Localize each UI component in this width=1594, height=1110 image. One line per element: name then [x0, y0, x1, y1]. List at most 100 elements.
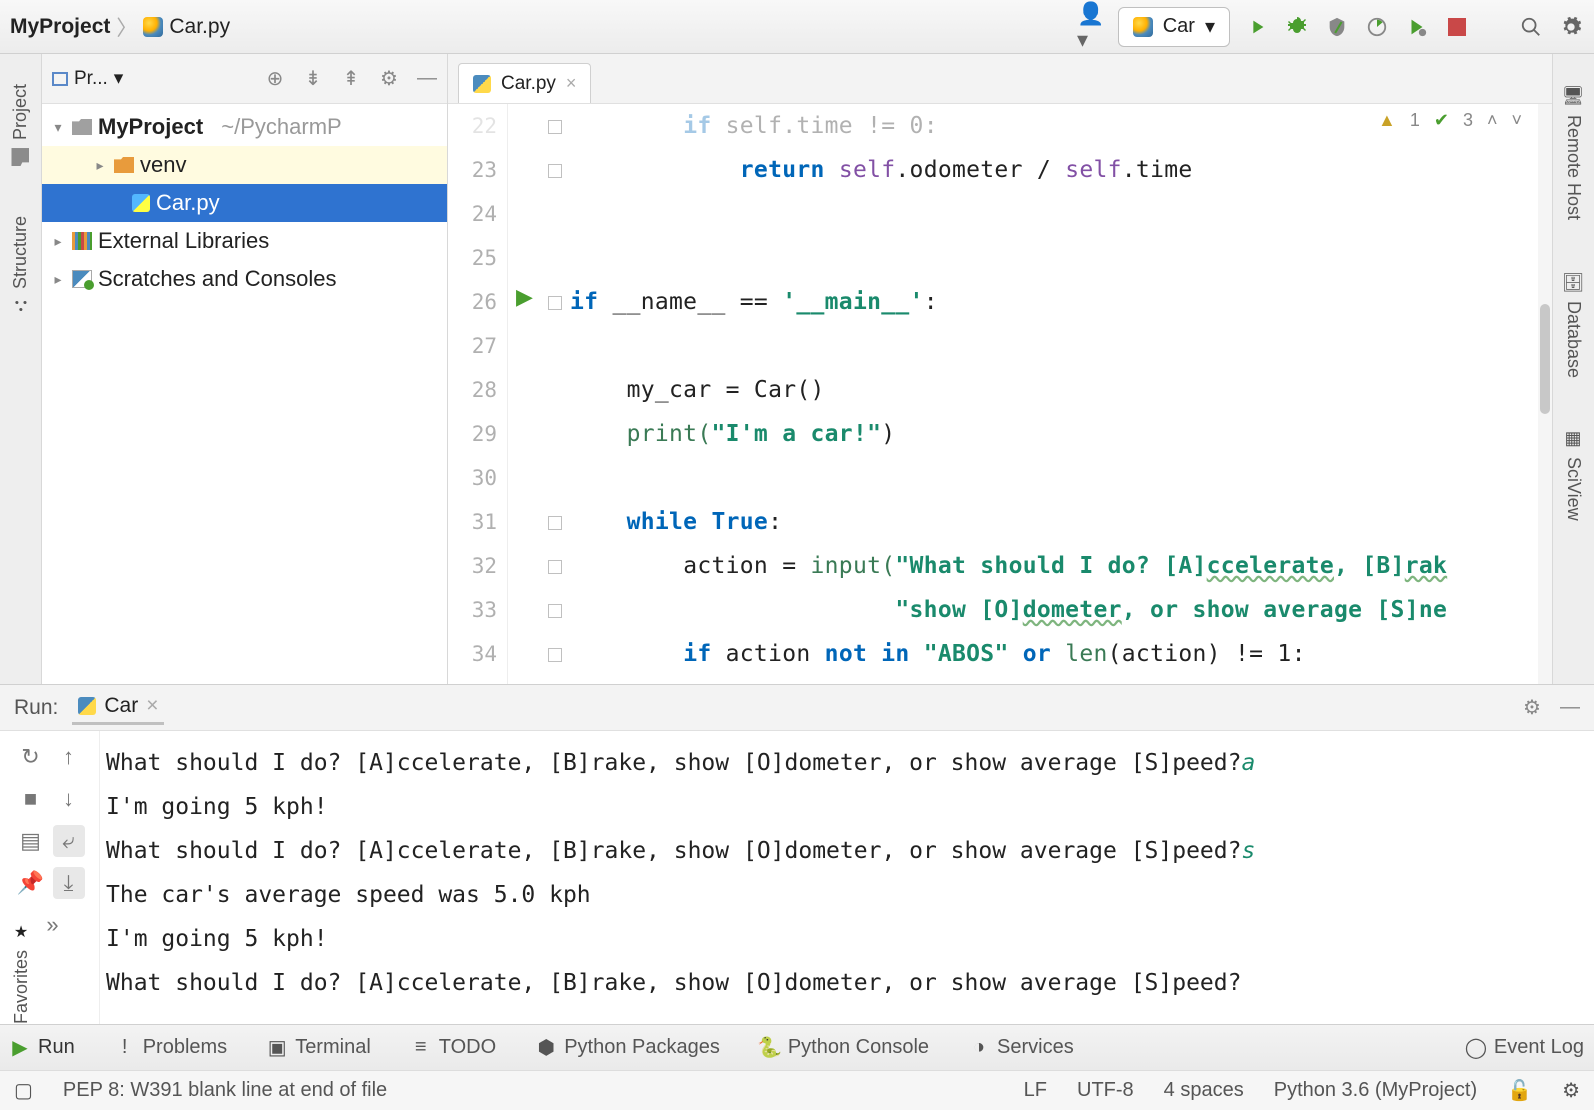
problems-icon: !	[115, 1038, 135, 1058]
scroll-to-end-icon[interactable]: ⤓	[53, 867, 85, 899]
project-tree[interactable]: ▾ MyProject ~/PycharmP ▸ venv Car.py ▸	[42, 104, 447, 684]
bottom-tool-todo[interactable]: ≡TODO	[411, 1036, 496, 1059]
run-gutter-icon[interactable]: ▶	[516, 284, 533, 310]
fold-marker[interactable]	[548, 648, 562, 662]
debug-button[interactable]	[1284, 14, 1310, 40]
ide-status-icon[interactable]: ⚙	[1562, 1078, 1580, 1103]
run-button[interactable]	[1244, 14, 1270, 40]
lock-icon[interactable]: 🔓	[1507, 1078, 1532, 1103]
bottom-tool-eventlog[interactable]: ◯Event Log	[1466, 1036, 1584, 1059]
terminal-icon: ▣	[267, 1038, 287, 1058]
coverage-button[interactable]	[1324, 14, 1350, 40]
rerun-button[interactable]: ↻	[15, 741, 47, 773]
star-icon: ★	[14, 922, 28, 942]
python-file-icon	[473, 75, 491, 93]
locate-icon[interactable]: ⊕	[265, 69, 285, 89]
search-icon[interactable]	[1518, 14, 1544, 40]
run-with-icon[interactable]	[1404, 14, 1430, 40]
warning-icon[interactable]: ▲	[1378, 110, 1396, 131]
user-icon[interactable]: 👤▾	[1078, 14, 1104, 40]
python-file-icon	[143, 17, 163, 37]
tree-venv[interactable]: ▸ venv	[42, 146, 447, 184]
expand-all-icon[interactable]: ⇟	[303, 69, 323, 89]
tool-remote-host[interactable]: 🖥Remote Host	[1563, 84, 1585, 220]
tool-project[interactable]: Project	[10, 84, 31, 166]
profile-button[interactable]	[1364, 14, 1390, 40]
tree-root[interactable]: ▾ MyProject ~/PycharmP	[42, 108, 447, 146]
tree-external-libs[interactable]: ▸ External Libraries	[42, 222, 447, 260]
project-view-selector[interactable]: Pr...▾	[52, 67, 123, 90]
status-bar: ▢ PEP 8: W391 blank line at end of file …	[0, 1070, 1594, 1110]
fold-column[interactable]	[548, 104, 570, 684]
fold-marker[interactable]	[548, 296, 562, 310]
hide-icon[interactable]: —	[417, 69, 437, 89]
chevron-right-icon[interactable]: ▸	[50, 233, 66, 250]
gear-icon[interactable]: ⚙	[1522, 698, 1542, 718]
python-file-icon	[132, 194, 150, 212]
close-icon[interactable]: ×	[146, 694, 158, 718]
inspection-widget[interactable]: ▲1 ✔3 ˄ ˅	[1378, 110, 1522, 131]
status-encoding[interactable]: UTF-8	[1077, 1079, 1134, 1102]
run-configuration-selector[interactable]: Car ▾	[1118, 7, 1230, 47]
tool-favorites[interactable]: ★ Favorites	[0, 824, 42, 1024]
fold-marker[interactable]	[548, 164, 562, 178]
right-tool-strip: 🖥Remote Host 🗄Database ▦SciView	[1552, 54, 1594, 684]
chevron-right-icon[interactable]: ▸	[50, 271, 66, 288]
gutter-markers[interactable]: ▶	[508, 104, 548, 684]
run-tab-car[interactable]: Car ×	[72, 690, 164, 725]
hide-icon[interactable]: —	[1560, 698, 1580, 718]
tool-structure[interactable]: ⛬Structure	[10, 216, 31, 315]
breadcrumb-file[interactable]: Car.py	[169, 15, 230, 39]
bottom-tool-terminal[interactable]: ▣Terminal	[267, 1036, 371, 1059]
window-icon	[52, 72, 68, 86]
code-text[interactable]: if self.time != 0: return self.odometer …	[570, 104, 1552, 684]
bottom-tool-console[interactable]: 🐍Python Console	[760, 1036, 929, 1059]
editor-tab-car[interactable]: Car.py ×	[458, 63, 591, 103]
breadcrumb-sep: 〉	[116, 12, 137, 42]
eventlog-icon: ◯	[1466, 1038, 1486, 1058]
bottom-tool-packages[interactable]: ⬢Python Packages	[536, 1036, 720, 1059]
status-lf[interactable]: LF	[1024, 1079, 1047, 1102]
weak-warning-icon[interactable]: ✔	[1434, 110, 1449, 131]
run-tabbar: Run: Car × ⚙ —	[0, 685, 1594, 731]
scrollbar-thumb[interactable]	[1540, 304, 1550, 414]
soft-wrap-icon[interactable]: ⤶	[53, 825, 85, 857]
prev-highlight-icon[interactable]: ˄	[1487, 110, 1498, 131]
stop-button[interactable]	[1444, 14, 1470, 40]
scratches-icon	[72, 270, 92, 288]
tree-car-py[interactable]: Car.py	[42, 184, 447, 222]
console-output[interactable]: What should I do? [A]ccelerate, [B]rake,…	[100, 731, 1594, 1024]
editor-body[interactable]: 22 232425 262728 293031 323334 ▶	[448, 104, 1552, 684]
toolbar: 👤▾ Car ▾	[1078, 7, 1584, 47]
fold-marker[interactable]	[548, 516, 562, 530]
status-indent[interactable]: 4 spaces	[1164, 1079, 1244, 1102]
fold-marker[interactable]	[548, 560, 562, 574]
bottom-tool-services[interactable]: ◑Services	[969, 1036, 1074, 1059]
next-highlight-icon[interactable]: ˅	[1511, 110, 1522, 131]
bottom-tool-run[interactable]: ▶Run	[10, 1036, 75, 1059]
gear-icon[interactable]: ⚙	[379, 69, 399, 89]
status-message: PEP 8: W391 blank line at end of file	[63, 1079, 387, 1102]
stop-button[interactable]: ■	[15, 783, 47, 815]
navigation-bar: MyProject 〉 Car.py 👤▾ Car ▾	[0, 0, 1594, 54]
status-interpreter[interactable]: Python 3.6 (MyProject)	[1274, 1079, 1477, 1102]
tree-scratches[interactable]: ▸ Scratches and Consoles	[42, 260, 447, 298]
tool-database[interactable]: 🗄Database	[1563, 270, 1585, 378]
breadcrumb[interactable]: MyProject 〉 Car.py	[10, 12, 230, 42]
chevron-down-icon[interactable]: ▾	[50, 119, 66, 136]
settings-icon[interactable]	[1558, 14, 1584, 40]
close-icon[interactable]: ×	[566, 73, 577, 94]
vertical-scrollbar[interactable]	[1538, 104, 1552, 684]
up-icon[interactable]: ↑	[53, 741, 85, 773]
chevron-right-icon[interactable]: ▸	[92, 157, 108, 174]
fold-marker[interactable]	[548, 604, 562, 618]
bottom-tool-problems[interactable]: !Problems	[115, 1036, 227, 1059]
tool-sciview[interactable]: ▦SciView	[1563, 428, 1585, 521]
python-icon	[1133, 17, 1153, 37]
collapse-all-icon[interactable]: ⇞	[341, 69, 361, 89]
down-icon[interactable]: ↓	[53, 783, 85, 815]
editor-tabs: Car.py ×	[448, 54, 1552, 104]
breadcrumb-project[interactable]: MyProject	[10, 15, 110, 39]
tool-windows-icon[interactable]: ▢	[14, 1078, 33, 1103]
fold-marker[interactable]	[548, 120, 562, 134]
